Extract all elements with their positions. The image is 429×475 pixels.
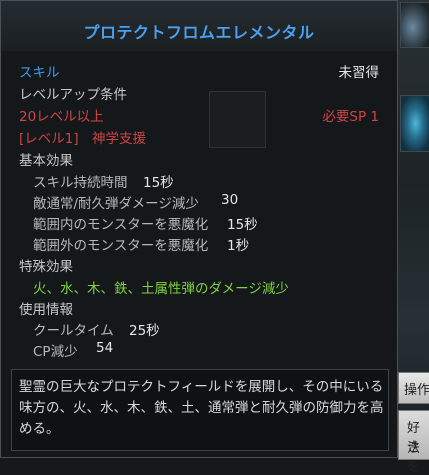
out-range-demonize-label: 範囲外のモンスターを悪魔化 [33,238,209,254]
skill-slot-icon[interactable] [400,95,429,152]
skill-title: プロテクトフロムエレメンタル [83,23,315,42]
level-tag: [レベル1] [19,131,79,147]
out-range-demonize-value: 1秒 [227,238,250,254]
damage-reduction-label: 敵通常/耐久弾ダメージ減少 [33,196,199,212]
cp-cost-label: CP減少 [33,344,78,360]
item-slot-icon[interactable] [400,2,429,48]
levelup-condition-label: レベルアップ条件 [19,87,127,103]
damage-reduction-value: 30 [221,192,239,208]
effect-duration-value: 15秒 [143,175,174,191]
required-level: 20レベル以上 [19,109,104,125]
operation-button[interactable]: 操作 [398,372,429,404]
cooldown-value: 25秒 [129,323,160,339]
skill-tooltip: プロテクトフロムエレメンタル スキル 未習得 レベルアップ条件 20レベル以上 … [0,0,398,458]
in-range-demonize-value: 15秒 [227,217,258,233]
required-sp: 必要SP 1 [322,109,379,125]
basic-effects-label: 基本効果 [19,153,73,169]
effect-duration-label: スキル持続時間 [33,175,128,191]
cp-cost-value: 54 [96,340,114,356]
job-class: 神学支援 [92,131,146,147]
special-effect-text: 火、水、木、鉄、土属性弾のダメージ減少 [33,281,289,297]
usage-info-label: 使用情報 [19,302,73,318]
operation-button-label: 操作 [404,383,429,398]
skill-label: スキル [19,65,60,81]
special-effects-label: 特殊効果 [19,259,73,275]
ghost-icon [209,91,266,148]
in-range-demonize-label: 範囲内のモンスターを悪魔化 [33,217,209,233]
cooldown-label: クールタイム [33,323,114,339]
learn-status: 未習得 [338,65,380,81]
background-button[interactable]: 好き 法を [398,410,429,475]
skill-description: 聖霊の巨大なプロテクトフィールドを展開し、その中にいる味方の、火、水、木、鉄、土… [19,379,384,437]
background-button-label-2: 法を [407,441,421,475]
